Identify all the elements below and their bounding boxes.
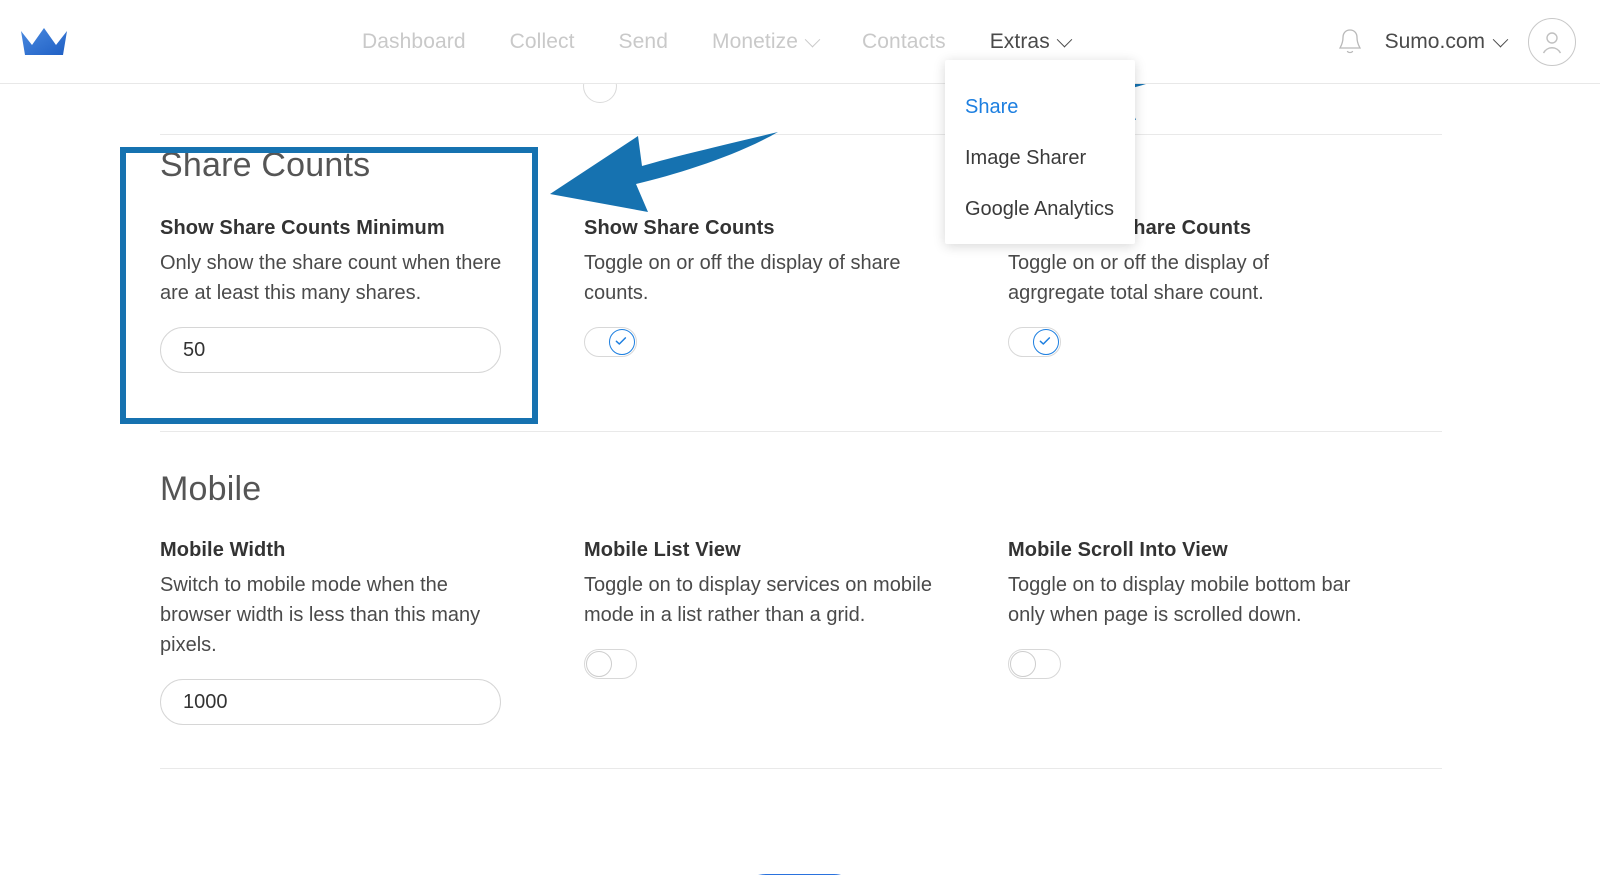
nav-item-send[interactable]: Send [597, 30, 690, 54]
chevron-down-icon [804, 31, 821, 47]
divider [160, 431, 1442, 432]
check-icon [615, 337, 627, 345]
user-avatar-icon[interactable] [1528, 18, 1576, 66]
sumo-crown-logo[interactable] [18, 22, 70, 62]
field-description: Toggle on or off the display of agrgrega… [1008, 252, 1269, 304]
field-mobile-width: Mobile Width Switch to mobile mode when … [160, 539, 584, 725]
app-page: Dashboard Collect Send Monetize Contacts… [0, 0, 1600, 875]
field-title: Mobile List View [584, 539, 741, 561]
show-total-share-counts-toggle[interactable] [1008, 327, 1061, 357]
section-mobile: Mobile Mobile Width Switch to mobile mod… [0, 470, 1600, 725]
dropdown-item-image-sharer[interactable]: Image Sharer [945, 133, 1135, 184]
account-menu[interactable]: Sumo.com [1384, 30, 1509, 54]
bell-icon[interactable] [1337, 27, 1363, 57]
field-title: Show Share Counts Minimum [160, 217, 445, 239]
mobile-scroll-into-view-toggle[interactable] [1008, 649, 1061, 679]
field-description: Toggle on or off the display of share co… [584, 252, 901, 304]
nav-item-contacts[interactable]: Contacts [840, 30, 968, 54]
dropdown-item-label: Share [965, 96, 1019, 118]
field-description: Toggle on to display mobile bottom bar o… [1008, 574, 1351, 626]
toggle-knob [1010, 651, 1036, 677]
dropdown-item-label: Image Sharer [965, 147, 1087, 169]
nav-label: Collect [509, 30, 575, 53]
field-show-share-counts-minimum: Show Share Counts Minimum Only show the … [160, 217, 584, 373]
dropdown-item-label: Google Analytics [965, 198, 1114, 220]
account-label: Sumo.com [1384, 30, 1485, 53]
extras-dropdown-menu: Share Image Sharer Google Analytics [945, 60, 1135, 244]
field-title: Mobile Scroll Into View [1008, 539, 1228, 561]
field-description: Only show the share count when there are… [160, 252, 502, 304]
nav-item-dashboard[interactable]: Dashboard [340, 30, 488, 54]
top-navigation-bar: Dashboard Collect Send Monetize Contacts… [0, 0, 1600, 84]
field-title: Mobile Width [160, 539, 286, 561]
check-icon [1039, 337, 1051, 345]
dropdown-item-share[interactable]: Share [945, 82, 1135, 133]
section-share-counts: Share Counts Show Share Counts Minimum O… [0, 146, 1600, 373]
field-mobile-list-view: Mobile List View Toggle on to display se… [584, 539, 1008, 725]
nav-label: Extras [989, 30, 1050, 53]
dropdown-item-google-analytics[interactable]: Google Analytics [945, 184, 1135, 235]
nav-label: Dashboard [362, 30, 466, 53]
nav-label: Contacts [862, 30, 946, 53]
divider [160, 134, 1442, 135]
nav-item-monetize[interactable]: Monetize [690, 30, 840, 54]
toggle-knob [586, 651, 612, 677]
field-description: Toggle on to display services on mobile … [584, 574, 932, 626]
section-title-mobile: Mobile [160, 470, 262, 508]
show-share-counts-toggle[interactable] [584, 327, 637, 357]
mobile-list-view-toggle[interactable] [584, 649, 637, 679]
divider [160, 768, 1442, 769]
toggle-knob [1033, 329, 1059, 355]
nav-item-collect[interactable]: Collect [488, 30, 597, 54]
toggle-knob [609, 329, 635, 355]
nav-label: Send [618, 30, 668, 53]
nav-item-extras[interactable]: Extras [968, 30, 1092, 54]
field-mobile-scroll-into-view: Mobile Scroll Into View Toggle on to dis… [1008, 539, 1432, 725]
field-description: Switch to mobile mode when the browser w… [160, 574, 481, 656]
chevron-down-icon [1492, 31, 1509, 47]
mobile-width-input[interactable] [160, 679, 501, 725]
nav-label: Monetize [711, 30, 798, 53]
share-counts-minimum-input[interactable] [160, 327, 501, 373]
section-title-share-counts: Share Counts [160, 146, 371, 184]
header-right-cluster: Sumo.com [1337, 0, 1576, 84]
chevron-down-icon [1056, 31, 1073, 47]
